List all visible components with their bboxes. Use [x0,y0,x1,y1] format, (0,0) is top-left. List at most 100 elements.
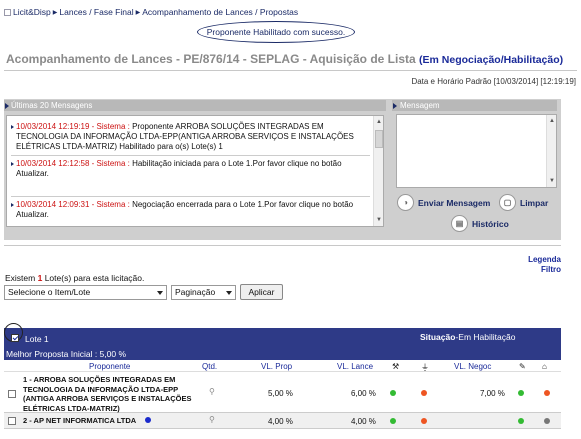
scroll-down-icon[interactable]: ▼ [375,216,383,224]
chevron-down-icon [157,291,163,295]
breadcrumb-separator-icon: ▶ [135,9,141,16]
status-orange-icon [421,390,427,396]
status-green-icon [390,418,396,424]
vl-prop-value: 4,00 % [268,417,293,426]
proponente-line: 1 - ARROBA SOLUÇÕES INTEGRADAS EM [23,375,176,384]
lot-situation: Situação-Em Habilitação [420,332,515,342]
breadcrumb-item-lances[interactable]: Lances / Fase Final [59,7,133,17]
scrollbar-thumb[interactable] [375,130,383,148]
messages-list-box[interactable]: 10/03/2014 12:19:19 - Sistema : Proponen… [6,115,384,227]
scroll-down-icon[interactable]: ▼ [548,177,556,185]
message-timestamp: 10/03/2014 12:19:19 - Sistema : [16,122,130,131]
send-message-button[interactable]: ◑ Enviar Mensagem [397,194,490,211]
pagination-select[interactable]: Paginação [171,285,236,300]
expand-arrow-icon [5,103,9,109]
table-row: 1 - ARROBA SOLUÇÕES INTEGRADAS EM TECNOL… [4,373,561,413]
divider [4,70,577,71]
proponente-name: 2 - AP NET INFORMATICA LTDA [23,416,137,425]
pin-icon: ✎ [519,362,526,371]
breadcrumb-item-licit[interactable]: Licit&Disp [13,7,51,17]
clear-label: Limpar [520,197,549,208]
page-status: (Em Negociação/Habilitação) [419,54,564,66]
col-qtd: Qtd. [202,362,218,371]
vl-lance-value: 6,00 % [351,389,376,398]
success-notification: Proponente Habilitado com sucesso. [197,21,355,43]
proponente-line: ELÉTRICAS LTDA-MATRIZ) [23,403,120,413]
bullet-icon [11,203,14,207]
bullet-icon [11,125,14,129]
lot-situation-label: Situação [420,332,456,342]
status-gray-icon [544,418,550,424]
item-lot-select-value: Selecione o Item/Lote [8,287,91,297]
compose-scrollbar[interactable]: ▲ ▼ [546,115,556,187]
vl-negoc-value: 7,00 % [480,389,505,398]
send-message-label: Enviar Mensagem [418,197,491,208]
compose-panel-header: Mensagem [392,100,557,111]
legend-link[interactable]: Legenda [528,255,561,265]
lots-count-text: Existem 1 Lote(s) para esta licitação. [5,273,144,283]
status-orange-icon [421,418,427,424]
chevron-down-icon [226,291,232,295]
col-vl-lance: VL. Lance [337,362,374,371]
pagination-select-value: Paginação [175,287,216,297]
page-title: Acompanhamento de Lances - PE/876/14 - S… [6,52,563,66]
status-green-icon [518,390,524,396]
apply-button[interactable]: Aplicar [240,284,283,300]
messages-scrollbar[interactable]: ▲ ▼ [373,116,383,226]
quantity-pin-icon[interactable]: ⚲ [209,415,215,424]
page-title-text: Acompanhamento de Lances - PE/876/14 - S… [6,52,416,66]
quantity-pin-icon[interactable]: ⚲ [209,387,215,396]
scroll-up-icon[interactable]: ▲ [548,117,556,125]
status-green-icon [518,418,524,424]
divider [11,155,370,156]
breadcrumb: Licit&Disp ▶ Lances / Fase Final ▶ Acomp… [4,6,298,18]
breadcrumb-separator-icon: ▶ [52,9,58,16]
server-datetime: Data e Horário Padrão [10/03/2014] [12:1… [411,77,576,86]
lot-label: Lote 1 [25,334,49,344]
col-proponente: Proponente [89,362,131,371]
history-button[interactable]: ▤ Histórico [451,215,509,232]
history-label: Histórico [472,218,509,229]
send-icon: ◑ [397,194,414,211]
messages-panel-header: Últimas 20 Mensagens [4,100,386,111]
proponente-line: (ANTIGA ARROBA SERVIÇOS E INSTALAÇÕES [23,394,192,403]
lots-count-prefix: Existem [5,273,38,283]
divider [4,245,561,246]
expand-arrow-icon [393,103,397,109]
message-timestamp: 10/03/2014 12:12:58 - Sistema : [16,159,130,168]
compose-panel-title: Mensagem [400,101,440,110]
home-icon [4,8,11,16]
success-message: Proponente Habilitado com sucesso. [206,27,346,37]
item-lot-select[interactable]: Selecione o Item/Lote [4,285,167,300]
vl-prop-value: 5,00 % [268,389,293,398]
message-item: 10/03/2014 12:12:58 - Sistema : Habilita… [11,159,370,179]
status-blue-icon [145,417,151,423]
lock-icon: ⌂ [542,362,547,371]
table-row: 2 - AP NET INFORMATICA LTDA ⚲ 4,00 % 4,0… [4,413,561,429]
clear-button[interactable]: ▢ Limpar [499,194,548,211]
message-item: 10/03/2014 12:09:31 - Sistema : Negociaç… [11,200,370,220]
proponente-line: TECNOLOGIA DA INFORMAÇÃO LTDA-EPP [23,384,179,394]
col-vl-prop: VL. Prop [261,362,293,371]
breadcrumb-item-current: Acompanhamento de Lances / Propostas [142,7,299,17]
lot-situation-value: -Em Habilitação [455,332,516,342]
row-checkbox[interactable] [8,390,16,398]
lot-checkbox[interactable] [11,334,19,342]
eraser-icon: ▢ [499,194,516,211]
filter-link[interactable]: Filtro [528,265,561,275]
gavel-icon: ⚒ [392,362,400,371]
divider [11,179,370,197]
message-timestamp: 10/03/2014 12:09:31 - Sistema : [16,200,130,209]
messages-list: 10/03/2014 12:19:19 - Sistema : Proponen… [7,116,373,226]
links-group: Legenda Filtro [528,255,561,275]
status-orange-icon [544,390,550,396]
messages-panel-title: Últimas 20 Mensagens [11,101,93,110]
message-textarea[interactable]: ▲ ▼ [396,114,557,188]
table-header: Proponente Qtd. VL. Prop VL. Lance ⚒ ⏚ V… [4,360,561,372]
bullet-icon [11,162,14,166]
row-checkbox[interactable] [8,417,16,425]
history-icon: ▤ [451,215,468,232]
scroll-up-icon[interactable]: ▲ [375,118,383,126]
status-green-icon [390,390,396,396]
lots-count-suffix: Lote(s) para esta licitação. [42,273,145,283]
